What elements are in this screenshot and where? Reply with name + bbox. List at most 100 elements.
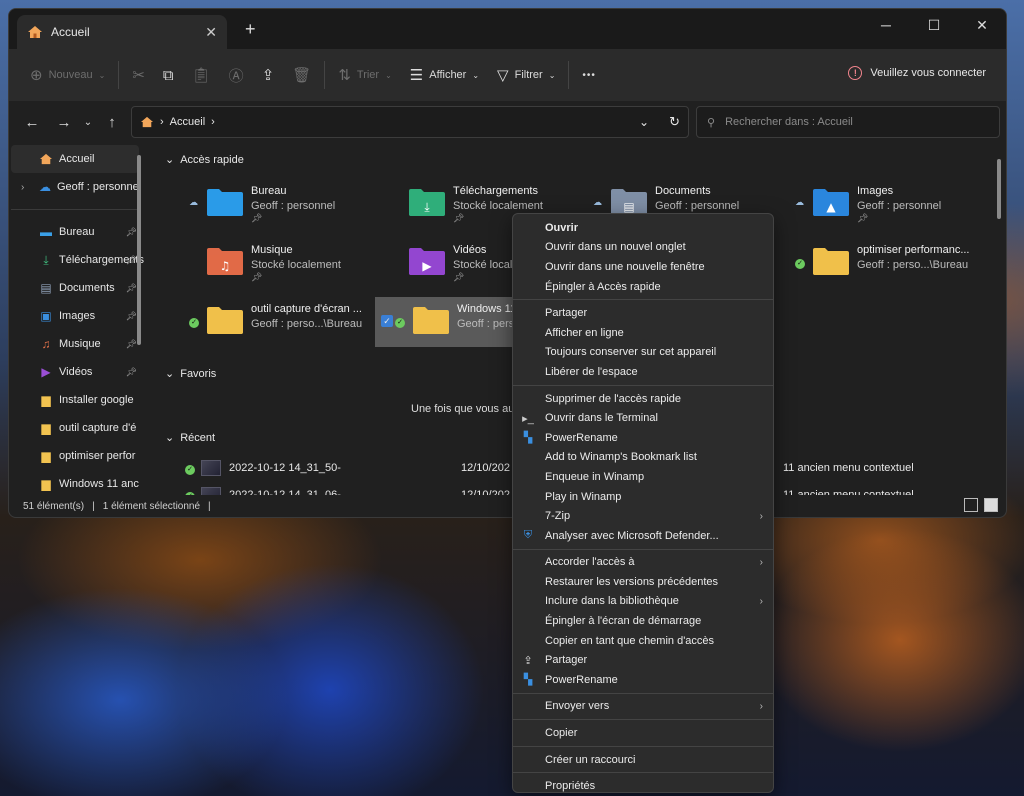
more-options-button[interactable]: ••• xyxy=(573,59,605,91)
download-icon: ⤓ xyxy=(43,252,49,267)
delete-button[interactable]: 🗑︎ xyxy=(283,59,320,91)
context-menu-item[interactable]: ⇪ Partager xyxy=(513,650,773,670)
address-bar[interactable]: › Accueil › ⌄ ↻ xyxy=(131,106,689,138)
context-menu-item[interactable]: Copier xyxy=(513,723,773,743)
share-button[interactable]: ⇪ xyxy=(253,59,284,91)
signin-label: Veuillez vous connecter xyxy=(870,67,986,79)
context-menu-item[interactable]: Inclure dans la bibliothèque › xyxy=(513,592,773,612)
sidebar-scrollbar[interactable] xyxy=(137,155,141,345)
sidebar-item[interactable]: ▤ Documents 📌︎ xyxy=(9,274,149,302)
refresh-icon[interactable]: ↻ xyxy=(669,114,680,130)
menu-item-label: Copier en tant que chemin d'accès xyxy=(545,634,715,647)
section-quick-access[interactable]: ⌄ Accès rapide xyxy=(165,153,244,167)
maximize-button[interactable]: ☐ xyxy=(910,9,958,41)
collapse-chevron-icon[interactable]: ⌄ xyxy=(165,153,174,166)
quick-access-item[interactable]: ✓ outil capture d'écran ... Geoff : perso.… xyxy=(183,297,379,347)
context-menu-item[interactable]: Ouvrir dans un nouvel onglet xyxy=(513,238,773,258)
item-name: Documents xyxy=(655,185,711,197)
context-menu-item[interactable]: Toujours conserver sur cet appareil xyxy=(513,343,773,363)
context-menu-item[interactable]: Ouvrir xyxy=(513,218,773,238)
section-favorites[interactable]: ⌄ Favoris xyxy=(165,367,216,381)
quick-access-item[interactable]: ☁ Bureau Geoff : personnel 📌︎ xyxy=(183,179,379,229)
sidebar-item-onedrive[interactable]: › ☁ Geoff : personnel xyxy=(9,173,149,201)
context-menu-item[interactable]: Afficher en ligne xyxy=(513,323,773,343)
rename-button[interactable]: Ⓐ xyxy=(220,59,253,91)
sidebar-item[interactable]: ▆ Windows 11 anc xyxy=(9,470,149,495)
menu-item-label: Restaurer les versions précédentes xyxy=(545,575,719,588)
context-menu-item[interactable]: ⛨ Analyser avec Microsoft Defender... xyxy=(513,526,773,546)
context-menu-item[interactable]: Copier en tant que chemin d'accès xyxy=(513,631,773,651)
quick-access-item[interactable]: ♫ Musique Stocké localement 📌︎ xyxy=(183,238,379,288)
pin-icon: 📌︎ xyxy=(125,366,137,377)
item-name: optimiser performanc... xyxy=(857,244,970,256)
close-window-button[interactable]: ✕ xyxy=(958,9,1006,41)
sidebar-item[interactable]: ▆ Installer google xyxy=(9,386,149,414)
context-menu-item[interactable]: Restaurer les versions précédentes xyxy=(513,572,773,592)
tiles-view-icon[interactable] xyxy=(984,498,998,512)
submenu-arrow-icon: › xyxy=(759,700,763,712)
cloud-status-icon: ☁ xyxy=(795,197,804,207)
details-view-icon[interactable] xyxy=(964,498,978,512)
collapse-chevron-icon[interactable]: ⌄ xyxy=(165,367,174,380)
view-button[interactable]: ☰ Afficher ⌄ xyxy=(401,59,488,91)
search-input[interactable] xyxy=(725,116,966,128)
context-menu-item[interactable]: Partager xyxy=(513,303,773,323)
sidebar-item[interactable]: ⤓ Téléchargements 📌︎ xyxy=(9,246,149,274)
sidebar-item-accueil[interactable]: Accueil xyxy=(11,145,139,173)
sort-button[interactable]: ⇅ Trier ⌄ xyxy=(329,59,400,91)
up-arrow-icon[interactable]: ↑ xyxy=(99,114,125,131)
content-scrollbar[interactable] xyxy=(997,159,1001,219)
context-menu-item[interactable]: Play in Winamp xyxy=(513,487,773,507)
cut-button[interactable]: ✂ xyxy=(123,59,154,91)
item-text: Bureau Geoff : personnel 📌︎ xyxy=(251,185,335,224)
collapse-chevron-icon[interactable]: ⌄ xyxy=(165,431,174,444)
menu-item-label: Épingler à l'écran de démarrage xyxy=(545,615,702,628)
back-arrow-icon[interactable]: ← xyxy=(19,114,45,131)
recent-locations-chevron-icon[interactable]: ⌄ xyxy=(77,117,99,128)
context-menu-item[interactable]: Envoyer vers › xyxy=(513,697,773,717)
close-tab-icon[interactable]: ✕ xyxy=(205,24,217,41)
filter-button[interactable]: ▽ Filtrer ⌄ xyxy=(488,59,564,91)
tab-accueil[interactable]: Accueil ✕ xyxy=(17,15,227,49)
context-menu-item[interactable]: Créer un raccourci xyxy=(513,750,773,770)
context-menu-item[interactable]: Épingler à l'écran de démarrage xyxy=(513,611,773,631)
new-label: Nouveau xyxy=(48,69,93,81)
search-box[interactable]: ⚲ xyxy=(696,106,1000,138)
sidebar-item[interactable]: ▬ Bureau 📌︎ xyxy=(9,218,149,246)
paste-button[interactable]: 📋︎ xyxy=(183,59,220,91)
svg-text:▤: ▤ xyxy=(623,200,634,214)
expand-chevron-icon[interactable]: › xyxy=(21,182,24,193)
quick-access-item[interactable]: ☁ ▲ Images Geoff : personnel 📌︎ xyxy=(789,179,985,229)
minimize-button[interactable]: ─ xyxy=(862,9,910,41)
context-menu-item[interactable]: Libérer de l'espace xyxy=(513,362,773,382)
context-menu-item[interactable]: Supprimer de l'accès rapide xyxy=(513,389,773,409)
signin-prompt[interactable]: ! Veuillez vous connecter xyxy=(848,66,986,80)
address-dropdown-chevron-icon[interactable]: ⌄ xyxy=(639,115,649,129)
context-menu-item[interactable]: Accorder l'accès à › xyxy=(513,553,773,573)
search-icon: ⚲ xyxy=(707,116,716,129)
context-menu-item[interactable]: Ouvrir dans une nouvelle fenêtre xyxy=(513,257,773,277)
sidebar-item[interactable]: ▆ optimiser perfor xyxy=(9,442,149,470)
copy-button[interactable]: ⧉ xyxy=(154,59,183,91)
context-menu-item[interactable]: Enqueue in Winamp xyxy=(513,467,773,487)
context-menu-item[interactable]: 7-Zip › xyxy=(513,506,773,526)
context-menu-item[interactable]: ▚ PowerRename xyxy=(513,670,773,690)
forward-arrow-icon[interactable]: → xyxy=(51,114,77,131)
sidebar-item[interactable]: ▶ Vidéos 📌︎ xyxy=(9,358,149,386)
context-menu-item[interactable]: Propriétés xyxy=(513,776,773,796)
new-tab-button[interactable]: + xyxy=(245,19,256,40)
context-menu-item[interactable]: Add to Winamp's Bookmark list xyxy=(513,448,773,468)
new-button[interactable]: ⊕ Nouveau ⌄ xyxy=(21,59,114,91)
sidebar-item[interactable]: ▆ outil capture d'é xyxy=(9,414,149,442)
section-recent[interactable]: ⌄ Récent xyxy=(165,431,215,445)
context-menu-item[interactable]: Épingler à Accès rapide xyxy=(513,277,773,297)
sidebar-item[interactable]: ♫ Musique 📌︎ xyxy=(9,330,149,358)
context-menu-item[interactable]: ▸_ Ouvrir dans le Terminal xyxy=(513,408,773,428)
download-folder-icon: ⤓ xyxy=(407,187,447,217)
sidebar-item[interactable]: ▣ Images 📌︎ xyxy=(9,302,149,330)
breadcrumb-accueil[interactable]: Accueil xyxy=(170,116,205,128)
context-menu-item[interactable]: ▚ PowerRename xyxy=(513,428,773,448)
selected-checkbox-icon[interactable]: ✓ xyxy=(381,315,393,327)
quick-access-item[interactable]: ✓ optimiser performanc... Geoff : perso...… xyxy=(789,238,985,288)
breadcrumb-separator[interactable]: › xyxy=(211,116,215,128)
